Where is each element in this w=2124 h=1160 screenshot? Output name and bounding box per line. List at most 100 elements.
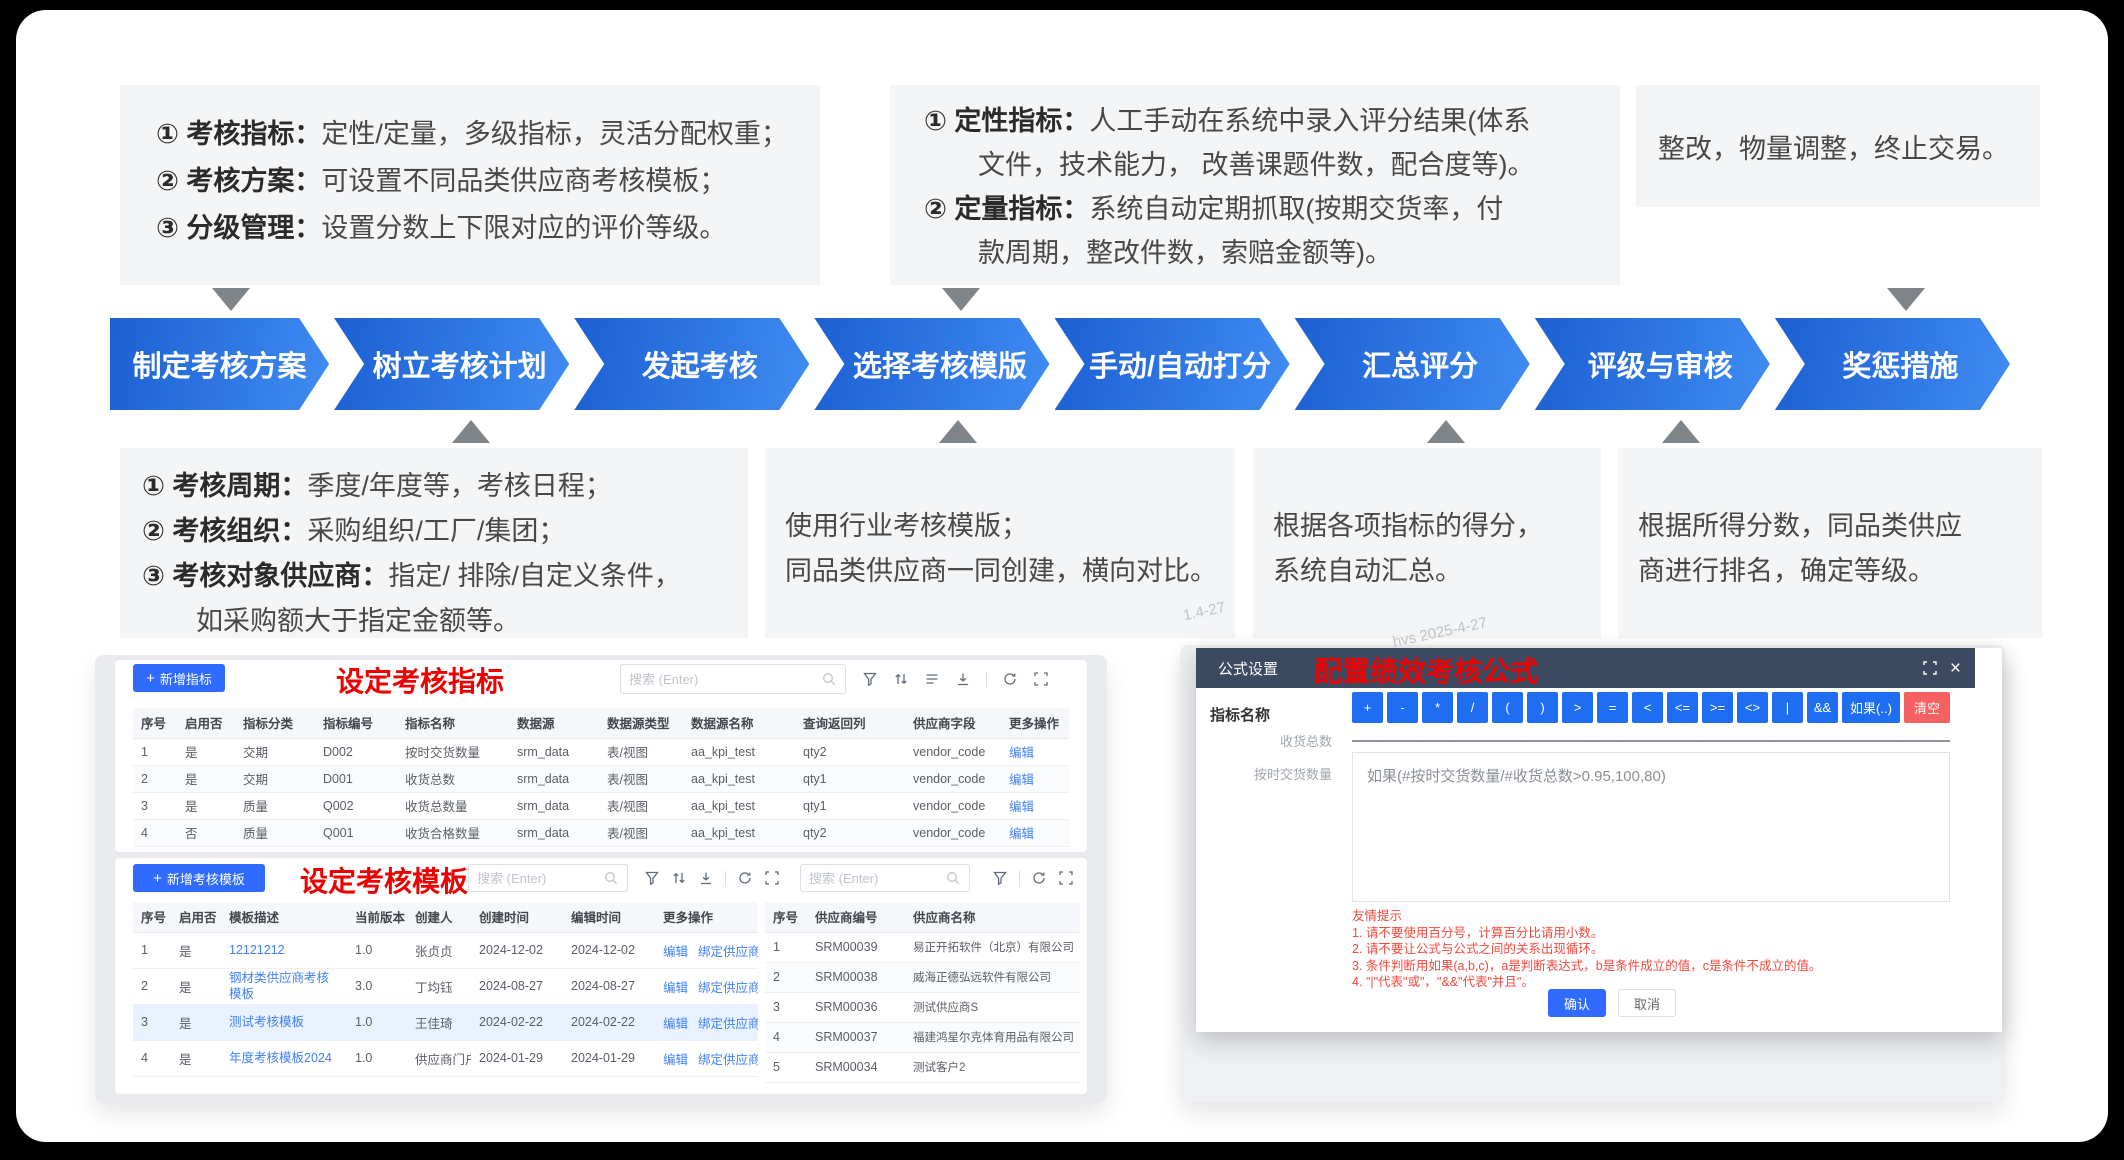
cell-version: 1.0 <box>347 1040 407 1076</box>
info-box-plan-details: ① 考核周期：季度/年度等，考核日程；② 考核组织：采购组织/工厂/集团；③ 考… <box>120 448 748 638</box>
fullscreen-icon[interactable] <box>764 870 780 886</box>
columns-icon[interactable] <box>924 671 940 687</box>
indicator-row[interactable]: 3 是 质量 Q002 收货总数量 srm_data 表/视图 aa_kpi_t… <box>133 792 1069 819</box>
column-header: 序号 <box>133 708 177 738</box>
operator-button[interactable]: ( <box>1492 692 1523 723</box>
supplier-row[interactable]: 4 SRM00037 福建鸿星尔克体育用品有限公司 <box>765 1022 1080 1052</box>
column-header: 指标分类 <box>235 708 315 738</box>
indicator-name-item[interactable]: 收货总数 <box>1196 724 1346 757</box>
filter-icon[interactable] <box>862 671 878 687</box>
process-step: 制定考核方案 <box>110 318 329 410</box>
cell-enabled: 是 <box>177 792 235 819</box>
operator-button[interactable]: && <box>1807 692 1838 723</box>
template-desc-link[interactable]: 年度考核模板2024 <box>221 1040 347 1076</box>
refresh-icon[interactable] <box>1002 671 1018 687</box>
template-row[interactable]: 3 是 测试考核模板 1.0 王佳琦 2024-02-22 2024-02-22… <box>133 1004 758 1040</box>
cell-name: 收货总数量 <box>397 792 509 819</box>
edit-link[interactable]: 编辑 <box>1001 738 1069 765</box>
indicator-name-list: 收货总数按时交货数量 <box>1196 724 1346 790</box>
filter-icon[interactable] <box>992 870 1008 886</box>
template-desc-link[interactable]: 钢材类供应商考核模板 <box>221 968 347 1004</box>
template-row[interactable]: 1 是 12121212 1.0 张贞贞 2024-12-02 2024-12-… <box>133 932 758 968</box>
edit-link[interactable]: 编辑 <box>1001 819 1069 846</box>
formula-editor[interactable]: 如果(#按时交货数量/#收货总数>0.95,100,80) <box>1352 752 1950 902</box>
indicator-row[interactable]: 4 否 质量 Q001 收货合格数量 srm_data 表/视图 aa_kpi_… <box>133 819 1069 846</box>
plus-icon: + <box>153 870 162 887</box>
supplier-row[interactable]: 2 SRM00038 威海正德弘远软件有限公司 <box>765 962 1080 992</box>
operator-button[interactable]: ) <box>1527 692 1558 723</box>
close-icon[interactable]: × <box>1950 659 1961 678</box>
fullscreen-icon[interactable] <box>1033 671 1049 687</box>
template-desc-link[interactable]: 12121212 <box>221 932 347 968</box>
refresh-icon[interactable] <box>1031 870 1047 886</box>
template-desc-link[interactable]: 测试考核模板 <box>221 1004 347 1040</box>
operator-button[interactable]: <> <box>1737 692 1768 723</box>
cell-enabled: 否 <box>177 819 235 846</box>
template-row[interactable]: 2 是 钢材类供应商考核模板 3.0 丁均钰 2024-08-27 2024-0… <box>133 968 758 1004</box>
filter-icon[interactable] <box>644 870 660 886</box>
edit-link[interactable]: 编辑 <box>1001 765 1069 792</box>
operator-button[interactable]: = <box>1597 692 1628 723</box>
cell-source: srm_data <box>509 765 599 792</box>
download-icon[interactable] <box>698 870 714 886</box>
indicator-search-input[interactable] <box>629 672 821 687</box>
cell-category: 质量 <box>235 819 315 846</box>
cancel-button[interactable]: 取消 <box>1618 989 1676 1017</box>
supplier-search-box <box>800 864 970 892</box>
process-step: 手动/自动打分 <box>1055 318 1290 410</box>
cell-code: Q002 <box>315 792 397 819</box>
info-line: ② 考核方案：可设置不同品类供应商考核模板； <box>156 158 820 205</box>
cell-supplier-name: 测试供应商S <box>905 992 1080 1022</box>
fullscreen-icon[interactable] <box>1058 870 1074 886</box>
indicator-row[interactable]: 2 是 交期 D001 收货总数 srm_data 表/视图 aa_kpi_te… <box>133 765 1069 792</box>
operator-button[interactable]: | <box>1772 692 1803 723</box>
cell-seq: 1 <box>133 932 171 968</box>
add-template-button[interactable]: + 新增考核模板 <box>133 864 265 892</box>
sort-icon[interactable] <box>671 870 687 886</box>
toolbar-divider <box>725 871 726 886</box>
edit-link[interactable]: 编辑 <box>1001 792 1069 819</box>
info-line: 同品类供应商一同创建，横向对比。 <box>785 549 1235 594</box>
fullscreen-icon[interactable] <box>1922 660 1938 676</box>
clear-button[interactable]: 清空 <box>1904 692 1950 723</box>
supplier-row[interactable]: 5 SRM00034 测试客户2 <box>765 1052 1080 1082</box>
operator-button[interactable]: > <box>1562 692 1593 723</box>
indicator-name-item[interactable]: 按时交货数量 <box>1196 757 1346 790</box>
process-step: 选择考核模版 <box>814 318 1049 410</box>
edit-link[interactable]: 编辑 <box>663 945 688 959</box>
confirm-button[interactable]: 确认 <box>1548 989 1606 1017</box>
edit-link[interactable]: 编辑 <box>663 1017 688 1031</box>
bind-supplier-link[interactable]: 绑定供应商 <box>698 945 758 959</box>
arrow-up-decor <box>452 420 490 443</box>
operator-button[interactable]: <= <box>1667 692 1698 723</box>
bind-supplier-link[interactable]: 绑定供应商 <box>698 1053 758 1067</box>
operator-button[interactable]: * <box>1422 692 1453 723</box>
supplier-search-input[interactable] <box>809 871 945 886</box>
supplier-row[interactable]: 3 SRM00036 测试供应商S <box>765 992 1080 1022</box>
operator-button[interactable]: / <box>1457 692 1488 723</box>
download-icon[interactable] <box>955 671 971 687</box>
operator-button[interactable]: < <box>1632 692 1663 723</box>
sort-icon[interactable] <box>893 671 909 687</box>
bind-supplier-link[interactable]: 绑定供应商 <box>698 1017 758 1031</box>
indicator-row[interactable]: 1 是 交期 D002 按时交货数量 srm_data 表/视图 aa_kpi_… <box>133 738 1069 765</box>
info-line: 文件，技术能力， 改善课题件数，配合度等)。 <box>924 143 1620 187</box>
cell-source: srm_data <box>509 819 599 846</box>
cell-enabled: 是 <box>171 932 221 968</box>
template-row[interactable]: 4 是 年度考核模板2024 1.0 供应商门户 2024-01-29 2024… <box>133 1040 758 1076</box>
add-indicator-button[interactable]: + 新增指标 <box>133 664 225 692</box>
operator-button[interactable]: 如果(..) <box>1842 692 1900 723</box>
supplier-row[interactable]: 1 SRM00039 易正开拓软件（北京）有限公司 <box>765 932 1080 962</box>
operator-button[interactable]: >= <box>1702 692 1733 723</box>
annotation-configure-formula: 配置绩效考核公式 <box>1314 650 1538 690</box>
template-search-input[interactable] <box>477 871 603 886</box>
cell-vendor-field: vendor_code <box>905 765 1001 792</box>
bind-supplier-link[interactable]: 绑定供应商 <box>698 981 758 995</box>
column-header: 指标编号 <box>315 708 397 738</box>
edit-link[interactable]: 编辑 <box>663 1053 688 1067</box>
operator-button[interactable]: + <box>1352 692 1383 723</box>
cell-seq: 2 <box>765 962 807 992</box>
refresh-icon[interactable] <box>737 870 753 886</box>
edit-link[interactable]: 编辑 <box>663 981 688 995</box>
operator-button[interactable]: - <box>1387 692 1418 723</box>
